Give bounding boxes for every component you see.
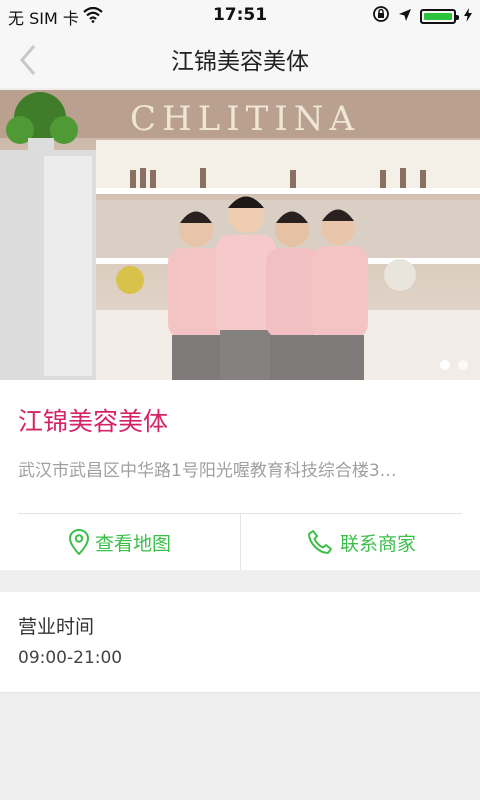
shop-name: 江锦美容美体 [18, 407, 169, 436]
carousel-dot-1[interactable] [440, 360, 450, 370]
status-right [372, 5, 472, 27]
shop-info-card: 江锦美容美体 武汉市武昌区中华路1号阳光喔教育科技综合楼3… 查看地图 联系商家 [0, 380, 480, 570]
salon-staff-photo: CHLITINA [0, 90, 480, 380]
location-icon [398, 7, 412, 26]
status-bar: 无 SIM 卡 17:51 [0, 0, 480, 30]
business-hours-label: 营业时间 [18, 616, 95, 638]
view-map-button[interactable]: 查看地图 [0, 514, 240, 570]
rotation-lock-icon [372, 5, 390, 27]
sign-text: CHLITINA [130, 99, 360, 139]
charging-icon [464, 7, 472, 26]
shop-address: 武汉市武昌区中华路1号阳光喔教育科技综合楼3… [18, 461, 397, 481]
business-hours-value: 09:00-21:00 [18, 648, 123, 668]
business-hours-section: 营业时间 09:00-21:00 [0, 592, 480, 693]
page-title: 江锦美容美体 [171, 49, 309, 75]
contact-merchant-button[interactable]: 联系商家 [240, 514, 480, 570]
hero-banner[interactable]: CHLITINA [0, 90, 480, 380]
contact-merchant-label: 联系商家 [339, 532, 416, 555]
battery-icon [420, 8, 459, 24]
phone-icon [307, 530, 332, 554]
location-pin-icon [68, 529, 89, 555]
carousel-indicator[interactable] [440, 360, 468, 370]
nav-bar: 江锦美容美体 [0, 30, 480, 88]
carousel-dot-2[interactable] [458, 360, 468, 370]
view-map-label: 查看地图 [94, 532, 171, 555]
